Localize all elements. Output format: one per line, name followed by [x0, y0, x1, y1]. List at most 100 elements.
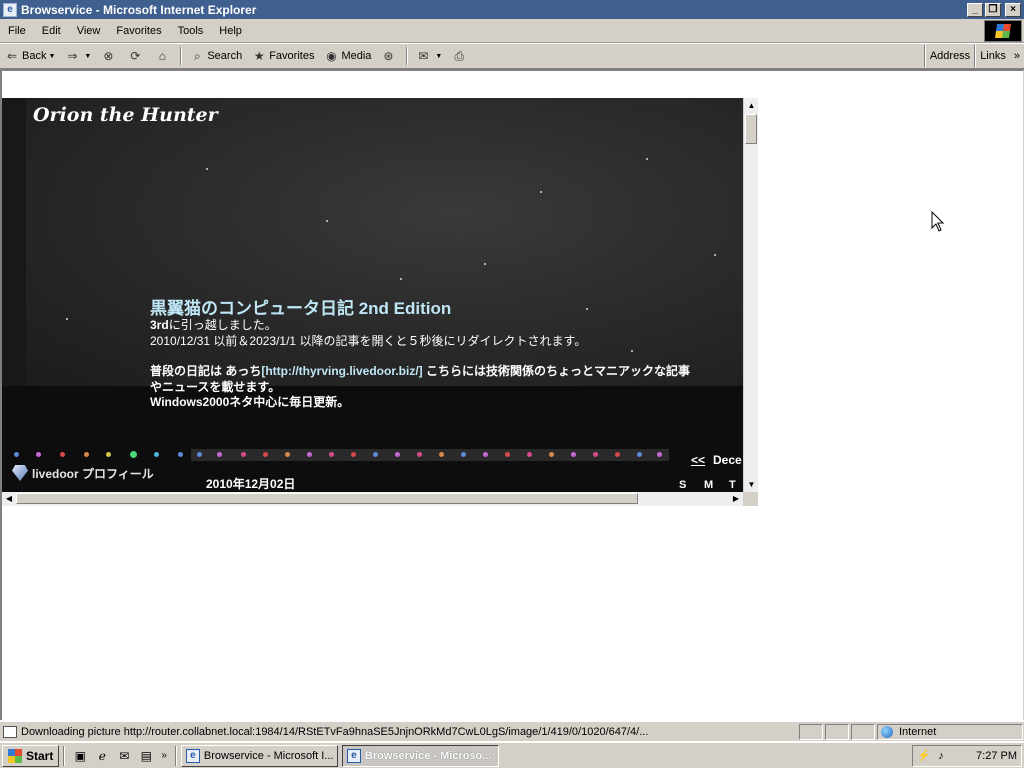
close-button[interactable]: × — [1005, 2, 1021, 17]
taskbar-clock[interactable]: 7:27 PM — [976, 750, 1017, 762]
status-text: Downloading picture http://router.collab… — [21, 725, 649, 738]
refresh-icon: ⟳ — [130, 49, 141, 63]
blog-description: 3rdに引っ越しました。 2010/12/31 以前＆2023/1/1 以降の記… — [150, 318, 695, 411]
links-label[interactable]: Links — [976, 50, 1010, 62]
home-button[interactable]: ⌂ — [150, 45, 177, 67]
bead — [154, 452, 159, 457]
windows-logo-icon — [984, 19, 1022, 42]
address-links-area: Address Links » — [923, 44, 1024, 69]
taskbar-separator — [63, 745, 66, 766]
window-title: Browservice - Microsoft Internet Explore… — [21, 2, 257, 17]
livedoor-profile[interactable]: livedoor プロフィール — [12, 462, 154, 484]
diary-link[interactable]: [http://thyrving.livedoor.biz/] — [261, 364, 422, 378]
bead — [615, 452, 620, 457]
forward-button[interactable]: ⇒ ▼ — [60, 45, 96, 67]
scroll-up-arrow-icon[interactable]: ▲ — [744, 98, 758, 113]
refresh-button[interactable]: ⟳ — [123, 45, 150, 67]
history-icon: ⊛ — [383, 49, 394, 63]
calendar-prev-link[interactable]: << — [691, 453, 705, 467]
bead — [329, 452, 334, 457]
bead — [395, 452, 400, 457]
status-bar: Downloading picture http://router.collab… — [0, 721, 1024, 741]
forward-dropdown-icon[interactable]: ▼ — [84, 53, 91, 60]
star — [206, 168, 208, 170]
mail-button[interactable]: ✉ ▼ — [411, 45, 447, 67]
media-icon: ◉ — [326, 49, 337, 63]
quicklaunch-chevron-icon[interactable]: » — [161, 750, 167, 761]
desc-line-4: やニュースを載せます。 — [150, 379, 281, 394]
bead — [84, 452, 89, 457]
bead — [483, 452, 488, 457]
scroll-down-arrow-icon[interactable]: ▼ — [744, 477, 758, 492]
bead — [197, 452, 202, 457]
frame-vertical-scrollbar[interactable]: ▲ ▼ — [743, 98, 758, 492]
show-desktop-icon[interactable]: ▣ — [72, 748, 88, 764]
menu-file[interactable]: File — [0, 19, 34, 43]
favorites-label: Favorites — [269, 50, 315, 62]
standard-toolbar: ⇐ Back ▼ ⇒ ▼ ⊗ ⟳ ⌂ ⌕ Search ★ Favorites … — [0, 44, 1024, 69]
bead — [263, 452, 268, 457]
bead — [60, 452, 65, 457]
search-label: Search — [207, 50, 243, 62]
task-label: Browservice - Microsoft I... — [203, 749, 334, 762]
history-button[interactable]: ⊛ — [376, 45, 403, 67]
menu-favorites[interactable]: Favorites — [108, 19, 169, 43]
title-bar: e Browservice - Microsoft Internet Explo… — [0, 0, 1024, 19]
frame-horizontal-scrollbar[interactable]: ◀ ▶ — [2, 492, 743, 506]
blog-title[interactable]: Orion the Hunter — [33, 104, 218, 126]
ie-app-icon[interactable]: e — [3, 2, 17, 17]
volume-tray-icon[interactable]: ♪ — [934, 749, 948, 763]
bead-decoration-left — [10, 449, 188, 461]
menu-help[interactable]: Help — [211, 19, 250, 43]
stop-button[interactable]: ⊗ — [96, 45, 123, 67]
outlook-quicklaunch-icon[interactable]: ✉ — [116, 748, 132, 764]
bead — [593, 452, 598, 457]
favorites-button[interactable]: ★ Favorites — [247, 45, 319, 67]
ie-quicklaunch-icon[interactable]: ℯ — [94, 748, 110, 764]
horizontal-scroll-thumb[interactable] — [16, 493, 638, 504]
desc-line-1-bold: 3rd — [150, 318, 169, 332]
scroll-right-arrow-icon[interactable]: ▶ — [729, 492, 743, 506]
menu-view[interactable]: View — [69, 19, 109, 43]
start-button[interactable]: Start — [2, 744, 60, 767]
media-button[interactable]: ◉ Media — [319, 45, 376, 67]
bead — [417, 452, 422, 457]
vertical-scroll-thumb[interactable] — [745, 114, 757, 144]
desc-line-2: 2010/12/31 以前＆2023/1/1 以降の記事を開くと５秒後にリダイレ… — [150, 333, 587, 348]
menu-edit[interactable]: Edit — [34, 19, 69, 43]
forward-arrow-icon: ⇒ — [67, 49, 78, 63]
network-tray-icon[interactable]: ⚡ — [917, 749, 931, 763]
ie-task-icon: e — [185, 748, 200, 763]
ie-task-icon: e — [346, 748, 361, 763]
bead — [571, 452, 576, 457]
status-cell — [825, 723, 849, 740]
bead — [241, 452, 246, 457]
search-button[interactable]: ⌕ Search — [185, 45, 247, 67]
minimize-button[interactable]: _ — [967, 2, 983, 17]
desc-gap — [150, 349, 695, 364]
back-dropdown-icon[interactable]: ▼ — [48, 53, 55, 60]
taskbar-button-browservice-1[interactable]: e Browservice - Microsoft I... — [180, 744, 338, 767]
search-icon: ⌕ — [193, 49, 201, 63]
start-label: Start — [26, 748, 54, 763]
address-label[interactable]: Address — [926, 50, 974, 62]
toolbar-separator — [406, 47, 409, 65]
scroll-left-arrow-icon[interactable]: ◀ — [2, 492, 16, 506]
page-loading-icon — [3, 725, 17, 738]
links-chevron-icon[interactable]: » — [1010, 50, 1024, 62]
bead — [285, 452, 290, 457]
taskbar-button-browservice-2[interactable]: e Browservice - Microso... — [341, 744, 499, 767]
print-button[interactable]: ⎙ — [447, 45, 474, 67]
bead — [14, 452, 19, 457]
menu-tools[interactable]: Tools — [170, 19, 212, 43]
folder-quicklaunch-icon[interactable]: ▤ — [138, 748, 154, 764]
mail-dropdown-icon[interactable]: ▼ — [435, 53, 442, 60]
menu-bar: File Edit View Favorites Tools Help — [0, 19, 1024, 43]
blog-headline[interactable]: 黒翼猫のコンピュータ日記 2nd Edition — [150, 294, 451, 319]
stop-icon: ⊗ — [103, 49, 114, 63]
security-zone: Internet — [877, 723, 1023, 740]
bead — [307, 452, 312, 457]
print-icon: ⎙ — [454, 49, 465, 63]
back-button[interactable]: ⇐ Back ▼ — [0, 45, 60, 67]
restore-button[interactable]: ❐ — [985, 2, 1001, 17]
